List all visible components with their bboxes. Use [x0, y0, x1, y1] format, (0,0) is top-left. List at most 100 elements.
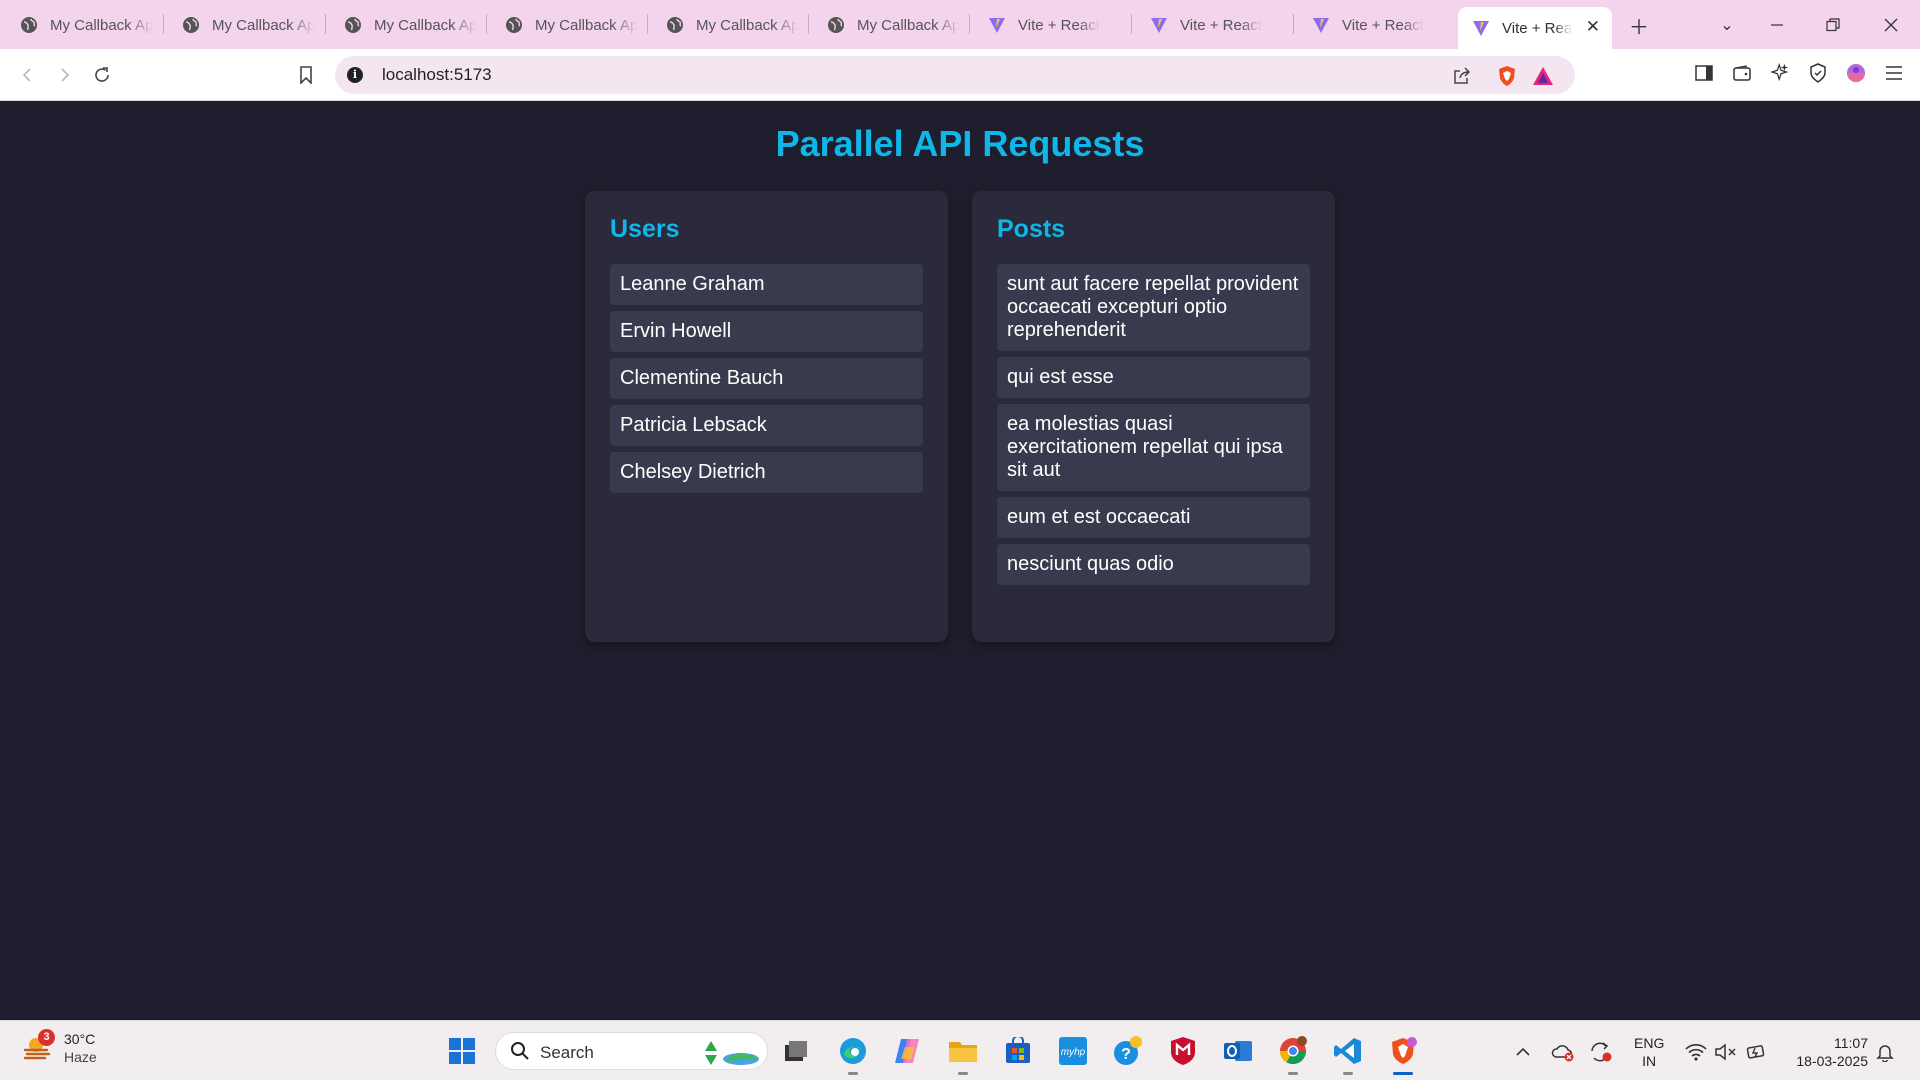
battery-charging-icon[interactable] — [1743, 1039, 1769, 1065]
tab-title: My Callback Ap — [212, 16, 316, 34]
close-tab-icon[interactable]: ✕ — [1586, 17, 1600, 37]
get-help-icon[interactable]: ? — [1110, 1033, 1146, 1069]
leo-ai-icon[interactable] — [1766, 59, 1794, 87]
copilot-icon[interactable] — [890, 1033, 926, 1069]
file-explorer-icon[interactable] — [945, 1033, 981, 1075]
running-indicator — [1288, 1072, 1298, 1075]
wallet-icon[interactable] — [1728, 59, 1756, 87]
haze-weather-icon: 3 — [22, 1029, 55, 1063]
user-list-item: Patricia Lebsack — [610, 405, 923, 446]
user-list-item: Leanne Graham — [610, 264, 923, 305]
restore-button[interactable] — [1818, 10, 1848, 40]
sidebar-toggle-icon[interactable] — [1690, 59, 1718, 87]
sync-icon[interactable] — [1588, 1039, 1614, 1065]
tab-separator — [808, 14, 809, 34]
wifi-icon[interactable] — [1683, 1039, 1709, 1065]
user-list-item: Clementine Bauch — [610, 358, 923, 399]
post-list-item: eum et est occaecati — [997, 497, 1310, 538]
back-button[interactable] — [12, 59, 44, 91]
tab-separator — [969, 14, 970, 34]
page-viewport: Parallel API Requests Users Leanne Graha… — [0, 101, 1920, 1020]
browser-tab[interactable]: My Callback Ap — [6, 7, 158, 43]
globe-icon — [182, 16, 200, 34]
globe-icon — [20, 16, 38, 34]
vpn-shield-icon[interactable] — [1804, 59, 1832, 87]
system-clock[interactable]: 11:07 18-03-2025 — [1796, 1034, 1868, 1070]
bookmark-icon[interactable] — [290, 59, 322, 91]
running-indicator — [848, 1072, 858, 1075]
minimize-button[interactable] — [1762, 10, 1792, 40]
tab-separator — [163, 14, 164, 34]
browser-tab[interactable]: My Callback Ap — [491, 7, 643, 43]
browser-tab[interactable]: My Callback Ap — [330, 7, 482, 43]
volume-muted-icon[interactable] — [1713, 1039, 1739, 1065]
tab-separator — [486, 14, 487, 34]
search-label: Search — [540, 1043, 594, 1062]
new-tab-button[interactable]: ＋ — [1624, 10, 1654, 40]
tab-title: My Callback Ap — [696, 16, 800, 34]
forward-button[interactable] — [48, 59, 80, 91]
weather-widget[interactable]: 3 30°C Haze — [22, 1029, 97, 1066]
post-list-item: nesciunt quas odio — [997, 544, 1310, 585]
users-heading: Users — [610, 215, 680, 243]
url-text: localhost:5173 — [382, 65, 492, 84]
posts-heading: Posts — [997, 215, 1066, 243]
address-bar[interactable]: i localhost:5173 — [335, 56, 1575, 94]
close-window-button[interactable] — [1876, 10, 1906, 40]
menu-icon[interactable] — [1880, 59, 1908, 87]
language-indicator[interactable]: ENG IN — [1634, 1034, 1664, 1070]
onedrive-icon[interactable] — [1550, 1039, 1576, 1065]
browser-tab[interactable]: My Callback Ap — [813, 7, 965, 43]
recycle-highlight-icon — [701, 1037, 761, 1072]
browser-tab-active[interactable]: Vite + Rea ✕ — [1458, 7, 1612, 49]
notifications-bell-icon[interactable] — [1872, 1039, 1898, 1065]
edge-browser-icon[interactable] — [835, 1033, 871, 1075]
browser-tab[interactable]: Vite + React — [1136, 7, 1288, 43]
myhp-icon[interactable]: myhp — [1055, 1033, 1091, 1069]
tab-title: Vite + React — [1018, 16, 1100, 34]
taskbar-search[interactable]: Search — [495, 1032, 768, 1070]
post-list-item: ea molestias quasi exercitationem repell… — [997, 404, 1310, 491]
mcafee-icon[interactable] — [1165, 1033, 1201, 1069]
microsoft-store-icon[interactable] — [1000, 1033, 1036, 1069]
language-code: ENG — [1634, 1035, 1665, 1051]
tab-separator — [1293, 14, 1294, 34]
reload-button[interactable] — [86, 59, 118, 91]
brave-browser-icon[interactable] — [1385, 1033, 1421, 1075]
share-icon[interactable] — [1450, 64, 1474, 88]
vite-icon — [1150, 16, 1168, 34]
clock-date: 18-03-2025 — [1796, 1053, 1868, 1069]
user-list-item: Chelsey Dietrich — [610, 452, 923, 493]
user-list-item: Ervin Howell — [610, 311, 923, 352]
profile-avatar[interactable] — [1842, 59, 1870, 87]
browser-toolbar: i localhost:5173 — [0, 49, 1920, 101]
users-card: Users Leanne Graham Ervin Howell Clement… — [585, 191, 948, 642]
browser-tab[interactable]: My Callback Ap — [652, 7, 804, 43]
tab-separator — [325, 14, 326, 34]
vite-icon — [988, 16, 1006, 34]
post-list-item: sunt aut facere repellat provident occae… — [997, 264, 1310, 351]
globe-icon — [344, 16, 362, 34]
outlook-icon[interactable] — [1220, 1033, 1256, 1069]
browser-tab[interactable]: My Callback Ap — [168, 7, 320, 43]
clock-time: 11:07 — [1834, 1035, 1868, 1051]
windows-start-icon[interactable] — [444, 1033, 480, 1069]
chrome-icon[interactable] — [1275, 1033, 1311, 1075]
brave-shields-icon[interactable] — [1495, 64, 1519, 88]
globe-icon — [666, 16, 684, 34]
task-view-icon[interactable] — [778, 1033, 814, 1069]
weather-temperature: 30°C — [64, 1031, 96, 1047]
show-hidden-icons-chevron-icon[interactable] — [1510, 1039, 1536, 1065]
search-icon — [510, 1041, 530, 1066]
running-indicator — [958, 1072, 968, 1075]
tab-search-chevron-icon[interactable]: ⌄ — [1712, 10, 1742, 40]
brave-rewards-icon[interactable] — [1531, 64, 1555, 88]
vite-icon — [1472, 19, 1490, 37]
region-code: IN — [1642, 1053, 1657, 1069]
vscode-icon[interactable] — [1330, 1033, 1366, 1075]
browser-tab[interactable]: Vite + React — [1298, 7, 1450, 43]
site-info-icon[interactable]: i — [347, 67, 363, 83]
tab-separator — [1131, 14, 1132, 34]
browser-tab[interactable]: Vite + React — [974, 7, 1126, 43]
posts-card: Posts sunt aut facere repellat provident… — [972, 191, 1335, 642]
